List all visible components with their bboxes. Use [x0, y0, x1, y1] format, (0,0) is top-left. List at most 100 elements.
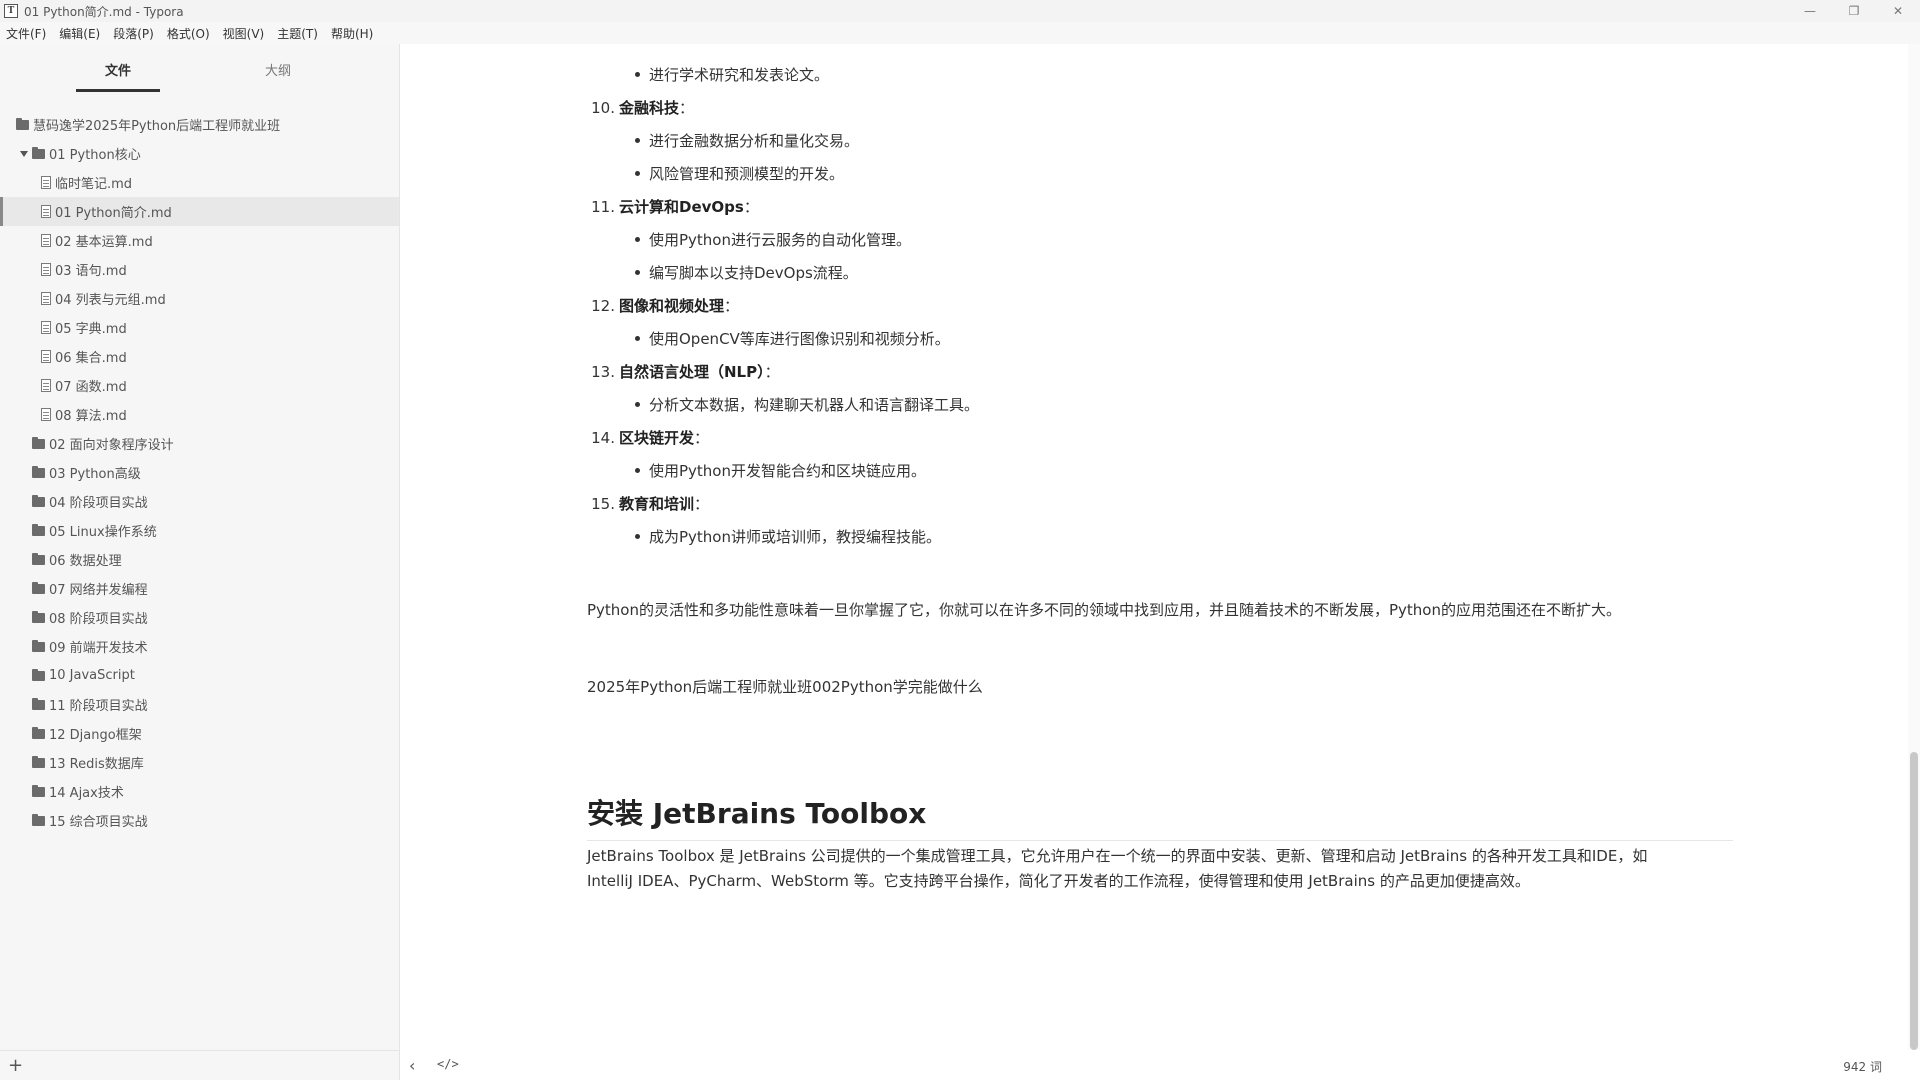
- tree-item-label: 13 Redis数据库: [49, 757, 144, 772]
- vertical-scrollbar[interactable]: [1908, 44, 1920, 1050]
- tree-item-label: 06 数据处理: [49, 554, 122, 569]
- tree-file[interactable]: 03 语句.md: [0, 255, 399, 284]
- tree-item-label: 09 前端开发技术: [49, 641, 148, 656]
- menu-bar: 文件(F) 编辑(E) 段落(P) 格式(O) 视图(V) 主题(T) 帮助(H…: [0, 22, 1920, 44]
- tree-folder[interactable]: 10 JavaScript: [0, 661, 399, 690]
- tree-folder[interactable]: 08 阶段项目实战: [0, 603, 399, 632]
- tree-file[interactable]: 04 列表与元组.md: [0, 284, 399, 313]
- menu-view[interactable]: 视图(V): [223, 25, 265, 42]
- file-icon: [41, 321, 51, 334]
- file-icon: [41, 205, 51, 218]
- folder-icon: [32, 465, 45, 478]
- paragraph: Python的灵活性和多功能性意味着一旦你掌握了它，你就可以在许多不同的领域中找…: [587, 601, 1621, 619]
- tree-folder[interactable]: 04 阶段项目实战: [0, 487, 399, 516]
- tree-folder[interactable]: 05 Linux操作系统: [0, 516, 399, 545]
- tree-item-label: 06 集合.md: [55, 351, 127, 366]
- tree-item-label: 03 Python高级: [49, 467, 141, 482]
- title-bar: T 01 Python简介.md - Typora — ❐ ✕: [0, 0, 1920, 22]
- tree-item-label: 02 基本运算.md: [55, 235, 153, 250]
- list-item: 编写脚本以支持DevOps流程。: [635, 264, 858, 282]
- tree-item-label: 07 网络并发编程: [49, 583, 148, 598]
- list-item: 使用OpenCV等库进行图像识别和视频分析。: [635, 330, 950, 348]
- tree-folder[interactable]: 09 前端开发技术: [0, 632, 399, 661]
- tree-folder[interactable]: 02 面向对象程序设计: [0, 429, 399, 458]
- window-title: 01 Python简介.md - Typora: [24, 4, 184, 19]
- status-bar: ‹ </> 942 词: [401, 1050, 1920, 1080]
- folder-icon: [16, 117, 29, 130]
- tree-item-label: 14 Ajax技术: [49, 786, 124, 801]
- tree-file-active[interactable]: 01 Python简介.md: [0, 197, 399, 226]
- editor[interactable]: 进行学术研究和发表论文。 10. 金融科技： 进行金融数据分析和量化交易。 风险管…: [401, 44, 1920, 1080]
- tab-files[interactable]: 文件: [38, 44, 198, 90]
- folder-icon: [32, 523, 45, 536]
- menu-theme[interactable]: 主题(T): [277, 25, 318, 42]
- tree-folder[interactable]: 13 Redis数据库: [0, 748, 399, 777]
- folder-icon: [32, 697, 45, 710]
- folder-icon: [32, 552, 45, 565]
- sidebar-footer: +: [0, 1050, 400, 1080]
- file-icon: [41, 292, 51, 305]
- tree-folder[interactable]: 14 Ajax技术: [0, 777, 399, 806]
- section-heading: 安装 JetBrains Toolbox: [587, 792, 1733, 841]
- scrollbar-thumb[interactable]: [1910, 752, 1918, 1050]
- tree-folder[interactable]: 06 数据处理: [0, 545, 399, 574]
- word-count[interactable]: 942 词: [1843, 1058, 1882, 1075]
- menu-help[interactable]: 帮助(H): [331, 25, 373, 42]
- tree-folder[interactable]: 11 阶段项目实战: [0, 690, 399, 719]
- toggle-sidebar-icon[interactable]: ‹: [409, 1056, 415, 1075]
- list-item: 风险管理和预测模型的开发。: [634, 165, 845, 183]
- menu-format[interactable]: 格式(O): [167, 25, 210, 42]
- tree-folder[interactable]: 15 综合项目实战: [0, 806, 399, 835]
- numbered-item: 15. 教育和培训：: [591, 495, 710, 513]
- folder-icon: [32, 494, 45, 507]
- window-controls: — ❐ ✕: [1788, 0, 1920, 22]
- source-code-mode-icon[interactable]: </>: [437, 1057, 459, 1071]
- tree-file[interactable]: 05 字典.md: [0, 313, 399, 342]
- sidebar-tabs: 文件 大纲: [0, 44, 399, 90]
- file-icon: [41, 408, 51, 421]
- close-button[interactable]: ✕: [1876, 0, 1920, 22]
- tree-file[interactable]: 08 算法.md: [0, 400, 399, 429]
- menu-paragraph[interactable]: 段落(P): [113, 25, 154, 42]
- menu-file[interactable]: 文件(F): [6, 25, 46, 42]
- tree-item-label: 05 Linux操作系统: [49, 525, 157, 540]
- tree-root-folder[interactable]: 慧码逸学2025年Python后端工程师就业班: [0, 110, 399, 139]
- folder-icon: [32, 726, 45, 739]
- file-tree: 慧码逸学2025年Python后端工程师就业班 01 Python核心 临时笔记…: [0, 110, 399, 835]
- numbered-item: 13. 自然语言处理（NLP）：: [591, 363, 780, 381]
- paragraph: 2025年Python后端工程师就业班002Python学完能做什么: [587, 678, 983, 696]
- folder-icon: [32, 146, 45, 159]
- maximize-button[interactable]: ❐: [1832, 0, 1876, 22]
- list-item: 成为Python讲师或培训师，教授编程技能。: [635, 528, 941, 546]
- menu-edit[interactable]: 编辑(E): [59, 25, 100, 42]
- tree-file[interactable]: 06 集合.md: [0, 342, 399, 371]
- tab-outline[interactable]: 大纲: [198, 44, 358, 90]
- numbered-item: 12. 图像和视频处理：: [591, 297, 740, 315]
- sidebar: 文件 大纲 慧码逸学2025年Python后端工程师就业班 01 Python核…: [0, 44, 400, 1080]
- tree-item-label: 01 Python核心: [49, 148, 141, 163]
- tree-item-label: 05 字典.md: [55, 322, 127, 337]
- folder-icon: [32, 813, 45, 826]
- tree-folder[interactable]: 12 Django框架: [0, 719, 399, 748]
- tree-file[interactable]: 07 函数.md: [0, 371, 399, 400]
- tree-folder[interactable]: 03 Python高级: [0, 458, 399, 487]
- minimize-button[interactable]: —: [1788, 0, 1832, 22]
- tree-folder[interactable]: 07 网络并发编程: [0, 574, 399, 603]
- tree-folder-python-core[interactable]: 01 Python核心: [0, 139, 399, 168]
- tree-item-label: 02 面向对象程序设计: [49, 438, 174, 453]
- add-file-icon[interactable]: +: [8, 1055, 23, 1076]
- caret-down-icon[interactable]: [20, 150, 28, 157]
- tree-item-label: 08 算法.md: [55, 409, 127, 424]
- folder-icon: [32, 436, 45, 449]
- tree-item-label: 临时笔记.md: [55, 177, 133, 192]
- paragraph: JetBrains Toolbox 是 JetBrains 公司提供的一个集成管…: [587, 847, 1648, 890]
- list-item: 进行金融数据分析和量化交易。: [634, 132, 860, 150]
- tree-file[interactable]: 02 基本运算.md: [0, 226, 399, 255]
- list-item: 使用Python开发智能合约和区块链应用。: [635, 462, 926, 480]
- folder-icon: [32, 784, 45, 797]
- file-icon: [41, 263, 51, 276]
- numbered-item: 14. 区块链开发：: [591, 429, 710, 447]
- folder-icon: [32, 668, 45, 681]
- folder-icon: [32, 581, 45, 594]
- tree-file[interactable]: 临时笔记.md: [0, 168, 399, 197]
